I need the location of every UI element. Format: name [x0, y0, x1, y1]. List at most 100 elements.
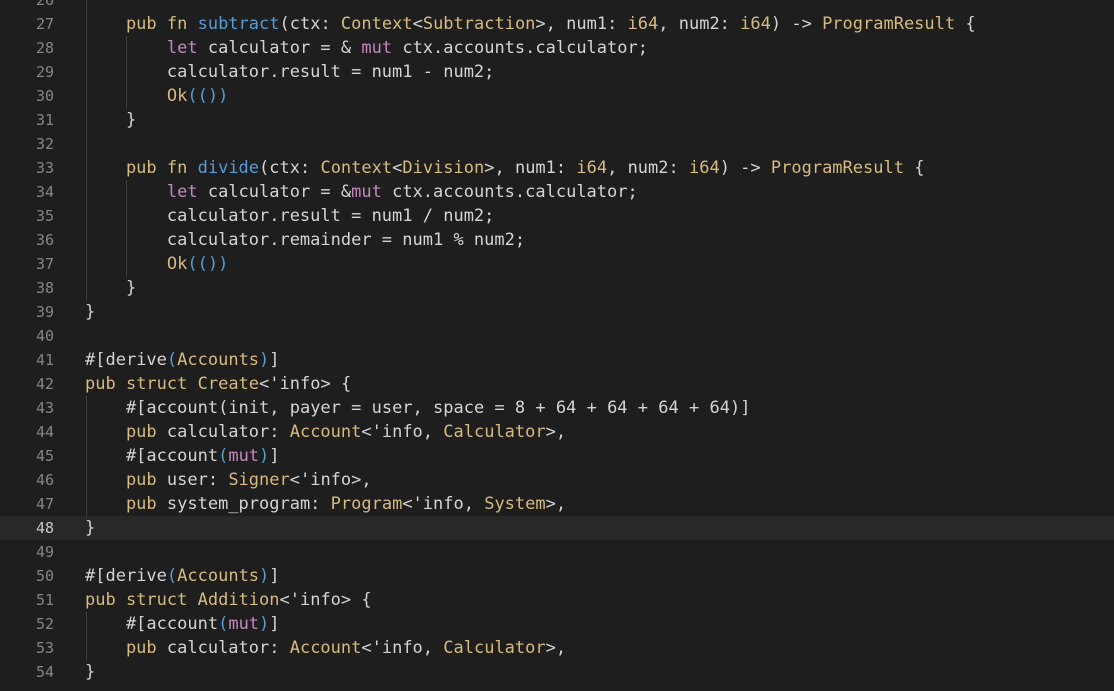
code-token: Ok: [166, 86, 188, 106]
code-line[interactable]: 41 #[derive(Accounts)]: [0, 348, 1114, 372]
code-line[interactable]: 28 let calculator = & mut ctx.accounts.c…: [0, 36, 1114, 60]
code-token: pub: [85, 158, 167, 178]
code-token: pub: [85, 422, 167, 442]
code-text: }: [85, 660, 95, 684]
code-token: #[: [85, 566, 106, 586]
code-text: }: [85, 516, 95, 540]
code-line[interactable]: 49: [0, 540, 1114, 564]
code-text: let calculator = & mut ctx.accounts.calc…: [85, 36, 648, 60]
line-number: 32: [35, 135, 54, 153]
line-number: 29: [35, 63, 54, 81]
code-line[interactable]: 26: [0, 0, 1114, 12]
code-line[interactable]: 51 pub struct Addition<'info> {: [0, 588, 1114, 612]
code-token: ]: [269, 350, 280, 370]
code-token: System: [484, 494, 546, 514]
code-line[interactable]: 42 pub struct Create<'info> {: [0, 372, 1114, 396]
code-token: pub: [85, 590, 126, 610]
code-line[interactable]: 54}: [0, 660, 1114, 684]
code-token: calculator = &: [197, 182, 352, 202]
code-token: pub: [85, 470, 167, 490]
code-token: (: [166, 566, 178, 586]
code-token: Ok: [166, 254, 188, 274]
code-token: ctx.accounts.calculator;: [392, 38, 648, 58]
code-token: account: [146, 446, 219, 466]
code-line[interactable]: 33 pub fn divide(ctx: Context<Division>,…: [0, 156, 1114, 180]
code-line[interactable]: 40: [0, 324, 1114, 348]
code-token: calculator.result = num1 / num2;: [85, 206, 495, 226]
code-token: , num2:: [658, 14, 741, 34]
code-token: (()): [187, 254, 229, 274]
line-number: 45: [35, 447, 54, 465]
code-line[interactable]: 39}: [0, 300, 1114, 324]
line-number: 31: [35, 111, 54, 129]
code-line[interactable]: 34 let calculator = &mut ctx.accounts.ca…: [0, 180, 1114, 204]
code-token: calculator = &: [197, 38, 362, 58]
code-token: derive: [105, 566, 167, 586]
code-line[interactable]: 30 Ok(()): [0, 84, 1114, 108]
code-line[interactable]: 50 #[derive(Accounts)]: [0, 564, 1114, 588]
code-editor[interactable]: 26 27 pub fn subtract(ctx: Context<Subtra…: [0, 0, 1114, 691]
code-token: (()): [187, 86, 229, 106]
code-token: ProgramResult: [770, 158, 904, 178]
line-number: 53: [35, 639, 54, 657]
code-token: Addition: [197, 590, 280, 610]
line-number: 52: [35, 615, 54, 633]
code-token: #[: [85, 446, 147, 466]
code-line[interactable]: 46 pub user: Signer<'info>,: [0, 468, 1114, 492]
line-number: 48: [35, 519, 54, 537]
code-text: #[account(mut)]: [85, 612, 280, 636]
code-token: >, num1:: [484, 158, 577, 178]
code-line[interactable]: 47 pub system_program: Program<'info, Sy…: [0, 492, 1114, 516]
line-number: 34: [35, 183, 54, 201]
code-token: Account: [289, 638, 362, 658]
code-text: }: [85, 300, 95, 324]
code-token: fn: [166, 158, 198, 178]
line-number: 47: [35, 495, 54, 513]
code-token: mut: [351, 182, 382, 202]
code-token: Subtraction: [422, 14, 536, 34]
code-token: >,: [545, 422, 567, 442]
code-text: pub fn subtract(ctx: Context<Subtraction…: [85, 12, 976, 36]
code-token: {: [955, 14, 976, 34]
code-token: calculator:: [166, 422, 290, 442]
code-line[interactable]: 52 #[account(mut)]: [0, 612, 1114, 636]
code-token: Accounts: [177, 350, 260, 370]
code-line[interactable]: 38 }: [0, 276, 1114, 300]
code-text: pub fn divide(ctx: Context<Division>, nu…: [85, 156, 925, 180]
code-line[interactable]: 29 calculator.result = num1 - num2;: [0, 60, 1114, 84]
code-token: <': [259, 374, 280, 394]
code-line[interactable]: 32: [0, 132, 1114, 156]
code-token: let: [166, 182, 198, 202]
code-token: pub: [85, 494, 167, 514]
code-line[interactable]: 48}: [0, 516, 1114, 540]
code-token: <'info,: [361, 422, 444, 442]
code-token: account: [146, 614, 219, 634]
code-text: pub struct Create<'info> {: [85, 372, 351, 396]
code-line[interactable]: 36 calculator.remainder = num1 % num2;: [0, 228, 1114, 252]
code-token: struct: [125, 374, 198, 394]
indent-guide: [126, 36, 127, 108]
code-token: pub: [85, 638, 167, 658]
code-line[interactable]: 31 }: [0, 108, 1114, 132]
code-line[interactable]: 44 pub calculator: Account<'info, Calcul…: [0, 420, 1114, 444]
code-token: pub: [85, 14, 167, 34]
code-line[interactable]: 37 Ok(()): [0, 252, 1114, 276]
code-text: #[derive(Accounts)]: [85, 348, 280, 372]
line-number: 44: [35, 423, 54, 441]
code-token: > {: [320, 374, 352, 394]
code-token: +: [525, 398, 556, 418]
code-line[interactable]: 53 pub calculator: Account<'info, Calcul…: [0, 636, 1114, 660]
code-text: pub calculator: Account<'info, Calculato…: [85, 636, 566, 660]
code-line[interactable]: 43 #[account(init, payer = user, space =…: [0, 396, 1114, 420]
code-token: derive: [105, 350, 167, 370]
code-token: <'info,: [402, 494, 485, 514]
code-line[interactable]: 35 calculator.result = num1 / num2;: [0, 204, 1114, 228]
code-token: mut: [228, 446, 260, 466]
code-token: ) ->: [719, 158, 771, 178]
code-token: ): [259, 446, 270, 466]
code-line[interactable]: 27 pub fn subtract(ctx: Context<Subtract…: [0, 12, 1114, 36]
line-number: 36: [35, 231, 54, 249]
code-line[interactable]: 45 #[account(mut)]: [0, 444, 1114, 468]
code-token: struct: [125, 590, 198, 610]
code-token: divide: [197, 158, 260, 178]
